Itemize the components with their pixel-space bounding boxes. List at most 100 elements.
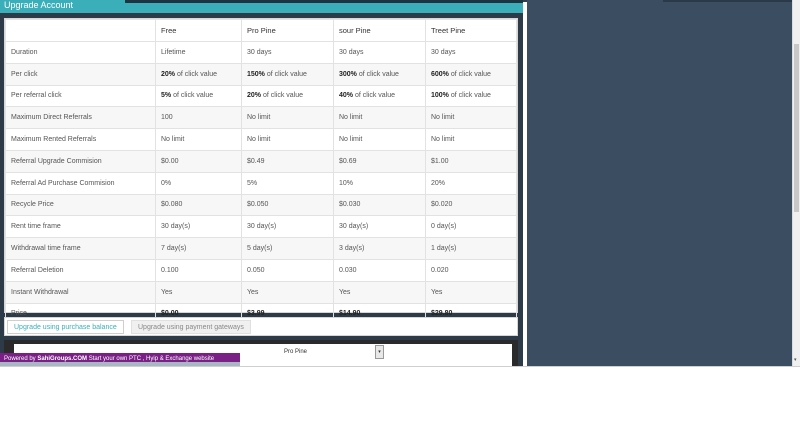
cell-value: No limit [431,136,455,144]
cell-value: Yes [339,288,351,296]
cell-value: 30 days [247,48,272,56]
cell-value: 0.050 [247,266,265,274]
row-label: Recycle Price [5,193,156,217]
cell-value: 100 [161,114,173,122]
table-cell: 150% of click value [241,62,334,86]
table-cell: 5% [241,171,334,195]
cell-value: 7 day(s) [161,245,187,253]
table-cell: 0 day(s) [425,215,517,239]
cell-value: of click value [264,70,307,78]
membership-comparison-table: Free Pro Pine sour Pine Treet Pine Durat… [4,18,518,326]
cell-value: of click value [353,92,396,100]
cell-value-bold: 150% [247,70,265,78]
table-row: Maximum Direct Referrals 100 No limit No li… [5,106,517,130]
cell-value: $1.00 [431,157,449,165]
cell-value-bold: 20% [161,70,176,78]
cell-value-bold: 600% [431,70,449,78]
tab-purchase-balance[interactable]: Upgrade using purchase balance [7,320,124,334]
header-sour-pine: sour Pine [333,19,426,42]
plan-select-value[interactable]: Pro Pine [284,349,307,355]
table-cell: Lifetime [155,41,242,64]
table-cell: 7 day(s) [155,237,242,260]
table-cell: $0.030 [333,193,426,217]
cell-value: 0.020 [431,266,449,274]
header-free: Free [155,19,242,42]
table-header-row: Free Pro Pine sour Pine Treet Pine [5,19,517,42]
tab-payment-gateways[interactable]: Upgrade using payment gateways [131,320,251,334]
cell-value: 30 day(s) [161,223,191,231]
cell-value: $0.030 [339,201,361,209]
row-label: Instant Withdrawal [5,280,156,304]
table-cell: No limit [155,128,242,151]
table-cell: $0.00 [155,149,242,173]
cell-value: Yes [247,288,259,296]
scrollbar-thumb[interactable] [794,44,799,212]
table-cell: 30 days [333,41,426,64]
page-bottom-divider [0,366,800,367]
table-cell: 30 days [425,41,517,64]
table-row: Referral Upgrade Commision $0.00 $0.49 $0.6… [5,149,517,173]
cell-value: 0.030 [339,266,357,274]
table-cell: Yes [425,280,517,304]
row-label: Duration [5,41,156,64]
table-row: Withdrawal time frame 7 day(s) 5 day(s) 3 d… [5,237,517,260]
chevron-down-icon[interactable]: ▾ [375,345,384,359]
main-content: Upgrade Account Free Pro Pine sour Pine … [0,0,523,366]
arrow-down-icon[interactable]: ▾ [794,357,799,363]
table-cell: 40% of click value [333,84,426,108]
cell-value: of click value [175,70,218,78]
cell-value: No limit [161,136,185,144]
table-row: Referral Deletion 0.100 0.050 0.030 0.020 [5,258,517,282]
header-treet-pine: Treet Pine [425,19,517,42]
table-row: Recycle Price $0.080 $0.050 $0.030 $0.020 [5,193,517,217]
cell-value: 5% [247,179,258,187]
table-cell: 10% [333,171,426,195]
table-cell: 20% [425,171,517,195]
table-cell: 30 day(s) [333,215,426,239]
table-cell: 600% of click value [425,62,517,86]
row-label: Per click [5,62,156,86]
cell-value: Yes [431,288,443,296]
cell-value: $0.080 [161,201,183,209]
table-cell: 1 day(s) [425,237,517,260]
cell-value: No limit [431,114,455,122]
table-cell: $0.69 [333,149,426,173]
right-panel [527,0,792,366]
table-row: Referral Ad Purchase Commision 0% 5% 10% 20% [5,171,517,195]
cell-value: of click value [356,70,399,78]
cell-value: 0.100 [161,266,179,274]
cell-value: No limit [247,114,271,122]
comparison-table: Free Pro Pine sour Pine Treet Pine Durat… [5,19,517,326]
table-cell: 100% of click value [425,84,517,108]
cell-value: of click value [448,92,491,100]
cell-value: 30 days [431,48,456,56]
row-label: Referral Upgrade Commision [5,149,156,173]
cell-value: of click value [448,70,491,78]
row-label: Rent time frame [5,215,156,239]
cell-value: 0% [161,179,172,187]
table-cell: 300% of click value [333,62,426,86]
table-cell: 5% of click value [155,84,242,108]
row-label: Withdrawal time frame [5,237,156,260]
cell-value: 20% [431,179,446,187]
cell-value: $0.020 [431,201,453,209]
cell-value: $0.69 [339,157,357,165]
cell-value: 30 day(s) [247,223,277,231]
header-pro-pine: Pro Pine [241,19,334,42]
table-cell: No limit [333,128,426,151]
table-cell: No limit [333,106,426,130]
cell-value: No limit [247,136,271,144]
table-cell: 0.100 [155,258,242,282]
cell-value: No limit [339,114,363,122]
cell-value: of click value [261,92,304,100]
table-cell: 100 [155,106,242,130]
table-row: Per click 20% of click value 150% of click… [5,62,517,86]
cell-value: $0.00 [161,157,179,165]
table-cell: No limit [241,128,334,151]
table-cell: $0.020 [425,193,517,217]
cell-value-bold: 100% [431,92,449,100]
table-cell: 30 days [241,41,334,64]
vertical-scrollbar[interactable]: ▾ [792,0,800,366]
title-bar-accent [125,0,523,3]
table-cell: 0.030 [333,258,426,282]
